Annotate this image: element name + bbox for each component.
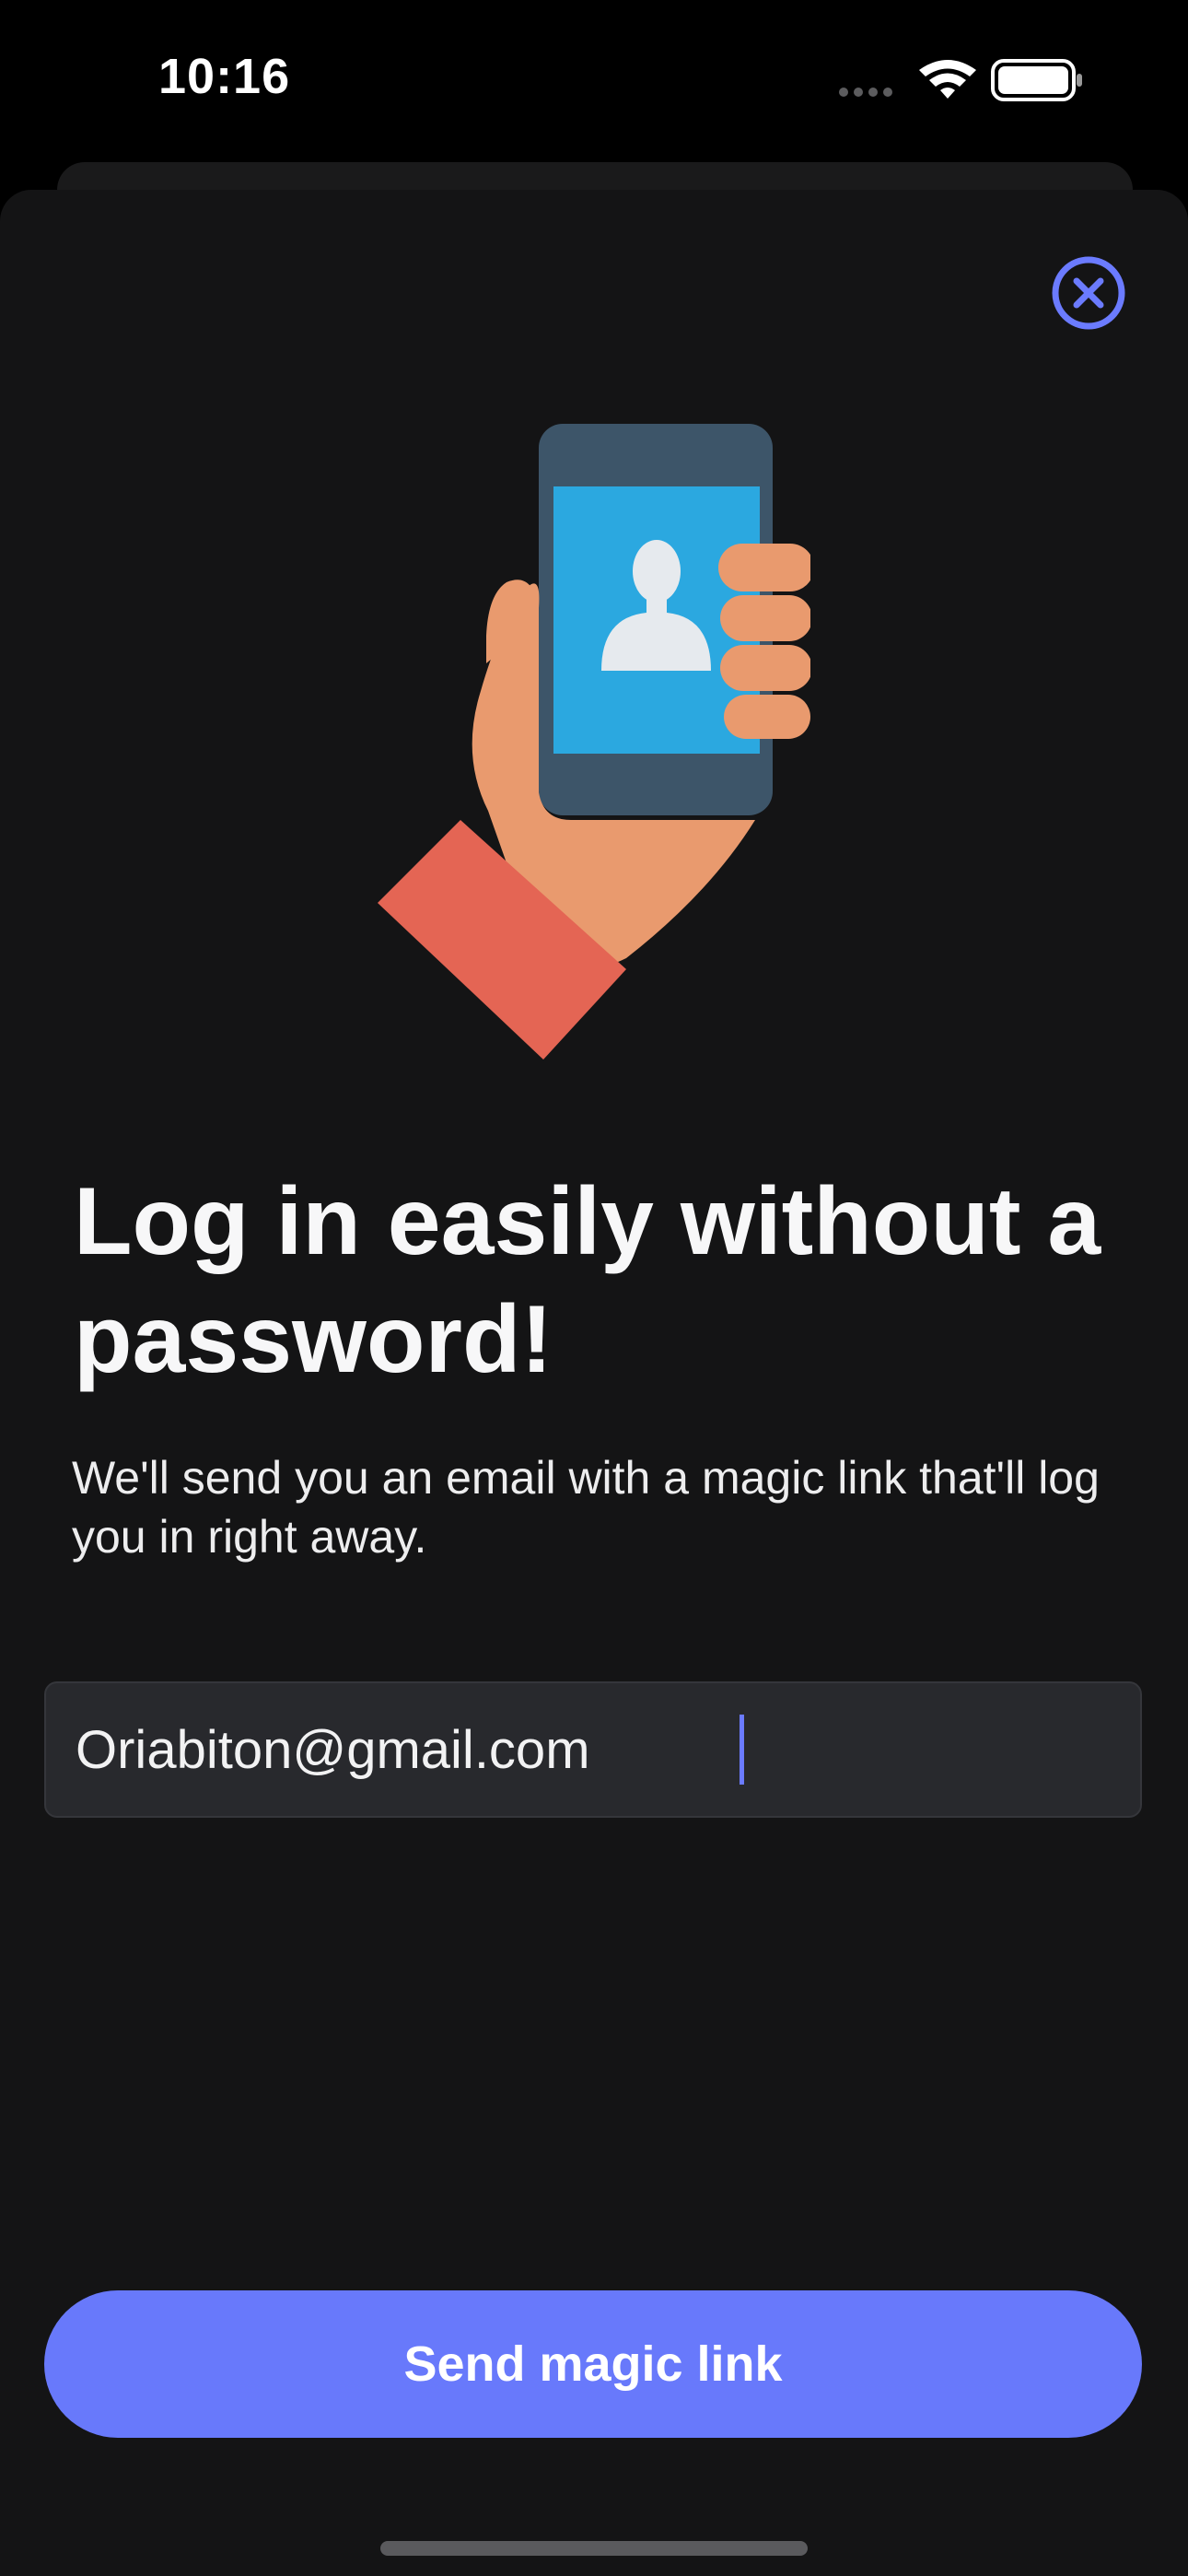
hand-holding-phone-icon bbox=[378, 424, 810, 1060]
status-time: 10:16 bbox=[158, 49, 291, 104]
page-subtitle: We'll send you an email with a magic lin… bbox=[72, 1452, 1100, 1563]
home-indicator[interactable] bbox=[380, 2541, 808, 2556]
email-field[interactable] bbox=[44, 1681, 1142, 1818]
text-caret bbox=[740, 1715, 744, 1785]
send-magic-link-button[interactable]: Send magic link bbox=[44, 2290, 1142, 2438]
battery-icon bbox=[991, 59, 1082, 101]
signal-dots-icon bbox=[839, 88, 892, 97]
wifi-icon bbox=[919, 60, 976, 99]
status-icons bbox=[839, 59, 1082, 101]
page-title: Log in easily without a password! bbox=[74, 1168, 1101, 1393]
status-bar: 10:16 bbox=[0, 0, 1188, 161]
email-input[interactable] bbox=[76, 1718, 738, 1781]
close-circle-icon[interactable] bbox=[1050, 254, 1127, 332]
